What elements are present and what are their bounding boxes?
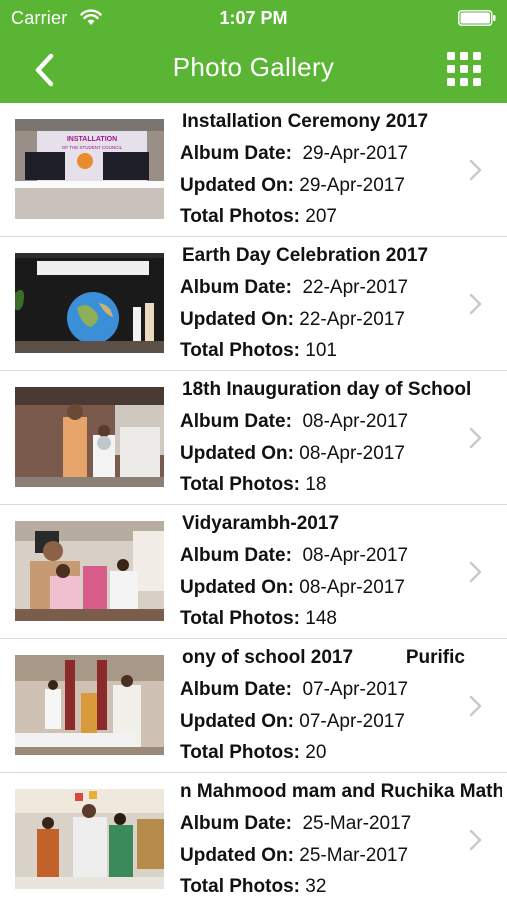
album-date-line: Album Date: 29-Apr-2017 — [180, 143, 408, 165]
svg-text:INSTALLATION: INSTALLATION — [67, 136, 117, 143]
album-date-label: Album Date: — [180, 813, 292, 834]
total-photos-line: Total Photos: 148 — [180, 608, 337, 630]
updated-on-value: 25-Mar-2017 — [299, 845, 409, 866]
album-date-line: Album Date: 22-Apr-2017 — [180, 277, 408, 299]
total-photos-value: 32 — [305, 876, 327, 897]
updated-on-line: Updated On: 07-Apr-2017 — [180, 711, 405, 733]
total-photos-line: Total Photos: 20 — [180, 742, 326, 764]
album-thumbnail — [15, 521, 164, 621]
updated-on-value: 07-Apr-2017 — [299, 711, 405, 732]
updated-on-label: Updated On: — [180, 711, 294, 732]
grid-menu-icon[interactable] — [447, 52, 481, 86]
svg-text:OF THE STUDENT COUNCIL: OF THE STUDENT COUNCIL — [62, 145, 123, 150]
total-photos-value: 207 — [305, 206, 337, 227]
updated-on-value: 29-Apr-2017 — [299, 175, 405, 196]
album-date-value: 08-Apr-2017 — [302, 411, 409, 432]
album-title: Vidyarambh-2017 — [182, 513, 340, 534]
album-date-label: Album Date: — [180, 277, 292, 298]
total-photos-label: Total Photos: — [180, 206, 300, 227]
total-photos-line: Total Photos: 207 — [180, 206, 337, 228]
album-list[interactable]: INSTALLATION OF THE STUDENT COUNCIL Inst… — [0, 103, 507, 900]
album-row[interactable]: ony of school 2017 Purific Album Date: 0… — [0, 639, 507, 773]
album-row[interactable]: Vidyarambh-2017 Album Date: 08-Apr-2017 … — [0, 505, 507, 639]
album-date-label: Album Date: — [180, 143, 292, 164]
album-date-value: 25-Mar-2017 — [302, 813, 412, 834]
updated-on-label: Updated On: — [180, 577, 294, 598]
updated-on-label: Updated On: — [180, 175, 294, 196]
total-photos-line: Total Photos: 32 — [180, 876, 326, 898]
chevron-right-icon — [469, 561, 482, 583]
album-thumbnail: INSTALLATION OF THE STUDENT COUNCIL — [15, 119, 164, 219]
status-time: 1:07 PM — [219, 8, 288, 28]
battery-icon — [458, 10, 496, 26]
album-title: Installation Ceremony 2017 — [182, 111, 429, 132]
updated-on-line: Updated On: 08-Apr-2017 — [180, 577, 405, 599]
total-photos-label: Total Photos: — [180, 876, 300, 897]
chevron-right-icon — [469, 427, 482, 449]
album-row[interactable]: INSTALLATION OF THE STUDENT COUNCIL Inst… — [0, 103, 507, 237]
chevron-right-icon — [469, 159, 482, 181]
total-photos-value: 20 — [305, 742, 327, 763]
album-thumbnail — [15, 387, 164, 487]
album-row[interactable]: n Mahmood mam and Ruchika Mathu Album Da… — [0, 773, 507, 900]
album-thumbnail — [15, 253, 164, 353]
album-title: ony of school 2017 Purific — [182, 647, 465, 668]
album-date-value: 07-Apr-2017 — [302, 679, 409, 700]
album-title: n Mahmood mam and Ruchika Mathu — [180, 781, 502, 802]
updated-on-value: 22-Apr-2017 — [299, 309, 405, 330]
album-date-line: Album Date: 25-Mar-2017 — [180, 813, 411, 835]
album-date-label: Album Date: — [180, 411, 292, 432]
chevron-right-icon — [469, 695, 482, 717]
updated-on-line: Updated On: 22-Apr-2017 — [180, 309, 405, 331]
album-title: 18th Inauguration day of School — [182, 379, 472, 400]
album-row[interactable]: Earth Day Celebration 2017 Album Date: 2… — [0, 237, 507, 371]
total-photos-line: Total Photos: 18 — [180, 474, 326, 496]
nav-bar: Photo Gallery — [0, 36, 507, 103]
album-row[interactable]: 18th Inauguration day of School Album Da… — [0, 371, 507, 505]
page-title: Photo Gallery — [172, 52, 335, 82]
total-photos-label: Total Photos: — [180, 742, 300, 763]
album-date-label: Album Date: — [180, 679, 292, 700]
updated-on-line: Updated On: 08-Apr-2017 — [180, 443, 405, 465]
album-date-line: Album Date: 07-Apr-2017 — [180, 679, 408, 701]
total-photos-value: 18 — [305, 474, 327, 495]
album-date-value: 08-Apr-2017 — [302, 545, 409, 566]
updated-on-label: Updated On: — [180, 309, 294, 330]
total-photos-label: Total Photos: — [180, 474, 300, 495]
updated-on-label: Updated On: — [180, 443, 294, 464]
album-title: Earth Day Celebration 2017 — [182, 245, 429, 266]
updated-on-line: Updated On: 25-Mar-2017 — [180, 845, 408, 867]
album-date-value: 29-Apr-2017 — [302, 143, 409, 164]
total-photos-label: Total Photos: — [180, 340, 300, 361]
album-thumbnail — [15, 789, 164, 889]
total-photos-value: 101 — [305, 340, 337, 361]
updated-on-value: 08-Apr-2017 — [299, 577, 405, 598]
total-photos-line: Total Photos: 101 — [180, 340, 337, 362]
chevron-right-icon — [469, 293, 482, 315]
app-header: Carrier 1:07 PM Photo Gallery — [0, 0, 507, 103]
album-date-line: Album Date: 08-Apr-2017 — [180, 545, 408, 567]
album-date-label: Album Date: — [180, 545, 292, 566]
updated-on-label: Updated On: — [180, 845, 294, 866]
chevron-right-icon — [469, 829, 482, 851]
status-bar: Carrier 1:07 PM — [0, 0, 507, 36]
total-photos-label: Total Photos: — [180, 608, 300, 629]
album-thumbnail — [15, 655, 164, 755]
updated-on-line: Updated On: 29-Apr-2017 — [180, 175, 405, 197]
total-photos-value: 148 — [305, 608, 337, 629]
updated-on-value: 08-Apr-2017 — [299, 443, 405, 464]
album-date-line: Album Date: 08-Apr-2017 — [180, 411, 408, 433]
album-date-value: 22-Apr-2017 — [302, 277, 409, 298]
